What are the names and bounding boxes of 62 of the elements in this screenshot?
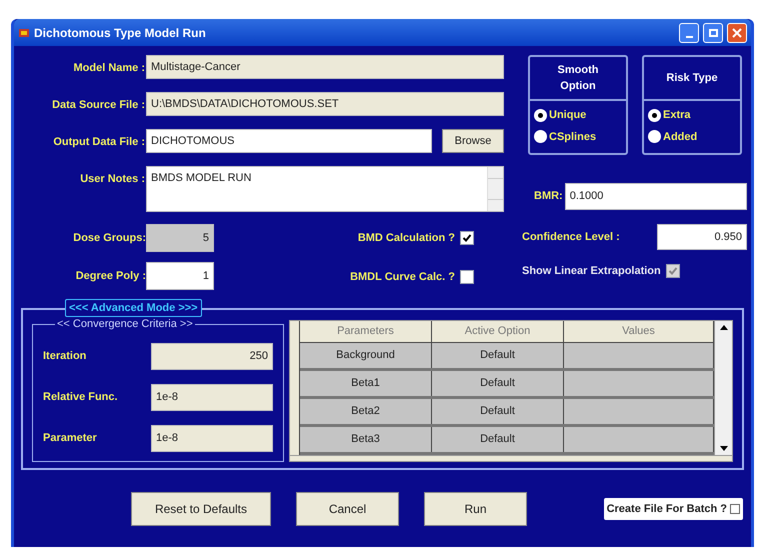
field-label: User Notes : <box>79 172 146 187</box>
dialog-button[interactable]: Cancel <box>296 492 399 526</box>
scroll-up-icon[interactable] <box>720 325 728 330</box>
radio-label: Extra <box>663 108 691 123</box>
table-cell: Default <box>432 399 564 424</box>
radio-button[interactable] <box>648 108 661 122</box>
checkbox-label: Show Linear Extrapolation <box>522 264 661 279</box>
batch-checkbox[interactable]: Create File For Batch ? <box>604 498 743 520</box>
table-cell: Background <box>300 343 432 368</box>
field-label: Confidence Level : <box>522 230 621 245</box>
checkbox-label: BMDL Curve Calc. ? <box>350 270 455 284</box>
field-label: Degree Poly : <box>74 268 146 284</box>
minimize-button[interactable] <box>679 22 699 42</box>
radio-button[interactable] <box>648 130 661 144</box>
field-label: Parameter <box>43 431 98 446</box>
table-cell: Default <box>432 371 564 396</box>
checkbox-label: BMD Calculation ? <box>358 231 455 246</box>
checkbox[interactable] <box>460 270 474 284</box>
column-header: Active Option <box>432 321 564 342</box>
field-label: Dose Groups: <box>72 230 146 246</box>
column-header: Parameters <box>300 321 432 342</box>
text-field[interactable]: 0.950 <box>657 224 747 250</box>
bmr-label: BMR: <box>534 189 563 204</box>
scroll-down-icon[interactable] <box>720 446 728 451</box>
field-label: Data Source File : <box>51 98 146 113</box>
notes-field[interactable]: BMDS MODEL RUN <box>146 166 504 212</box>
table-cell: Beta2 <box>300 399 432 424</box>
radio-label: Added <box>663 130 698 144</box>
maximize-button[interactable] <box>703 22 723 42</box>
close-button[interactable] <box>727 22 747 42</box>
radio-label: CSplines <box>549 130 596 144</box>
field-label: Output Data File : <box>52 135 146 150</box>
dialog-button[interactable]: Run <box>424 492 527 526</box>
close-icon <box>732 28 742 38</box>
text-field[interactable]: 1e-8 <box>151 384 273 411</box>
checkbox[interactable] <box>460 231 474 246</box>
table-cell: Beta1 <box>300 371 432 396</box>
window-title: Dichotomous Type Model Run <box>34 24 207 42</box>
group-title: << Convergence Criteria >> <box>55 317 195 331</box>
text-field[interactable]: 250 <box>151 343 273 370</box>
text-field[interactable]: 1 <box>146 262 214 290</box>
radio-label: Unique <box>549 108 586 123</box>
text-field[interactable]: U:\BMDS\DATA\DICHOTOMOUS.SET <box>146 92 504 116</box>
radio-button[interactable] <box>534 130 547 144</box>
scrollbar[interactable] <box>714 321 732 455</box>
app-icon <box>18 26 30 38</box>
field-label: Relative Func. <box>43 390 119 406</box>
browse-button[interactable]: Browse <box>442 129 504 153</box>
table-cell: Beta3 <box>300 427 432 452</box>
text-field[interactable]: 1e-8 <box>151 425 273 452</box>
table-cell: Default <box>432 343 564 368</box>
field-label: Iteration <box>43 349 88 364</box>
dialog-button[interactable]: Reset to Defaults <box>131 492 271 526</box>
text-field[interactable]: DICHOTOMOUS <box>146 129 432 153</box>
field-label: Model Name : <box>72 61 146 76</box>
radio-button[interactable] <box>534 108 547 122</box>
table-cell: Default <box>432 427 564 452</box>
text-field[interactable]: Multistage-Cancer <box>146 55 504 79</box>
group-title: Smooth Option <box>556 63 600 94</box>
group-title: Risk Type <box>665 71 719 86</box>
text-field[interactable]: 0.1000 <box>564 183 747 210</box>
advanced-mode-toggle[interactable]: <<< Advanced Mode >>> <box>65 299 202 317</box>
